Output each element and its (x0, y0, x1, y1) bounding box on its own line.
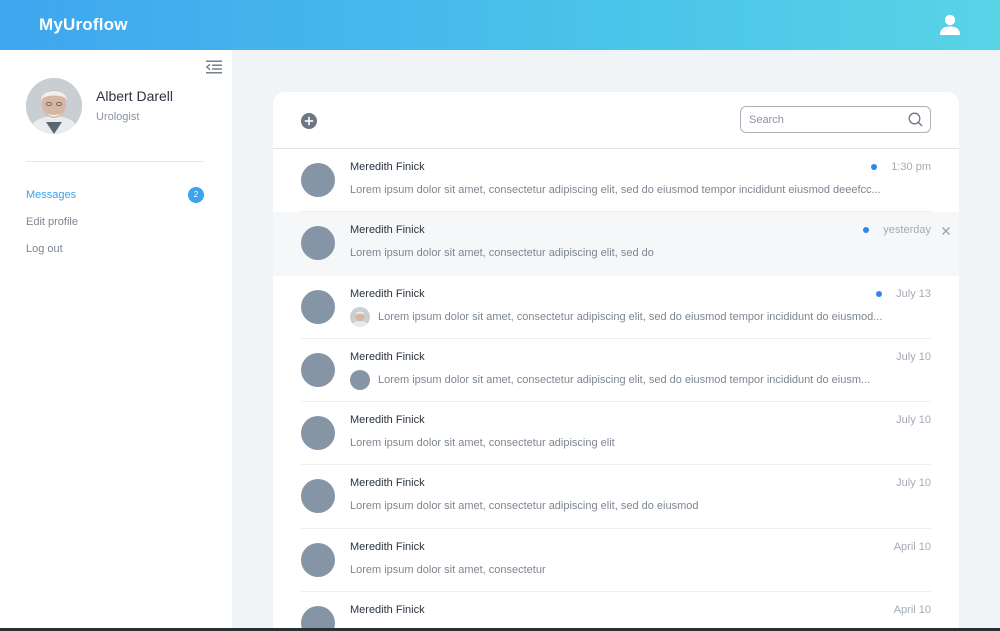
close-icon[interactable] (941, 226, 951, 236)
messages-count-badge: 2 (188, 187, 204, 203)
message-time: yesterday (883, 224, 931, 237)
message-preview: Lorem ipsum dolor sit amet, consectetur … (378, 373, 871, 386)
unread-indicator (863, 227, 870, 234)
message-preview: Lorem ipsum dolor sit amet, consectetur … (350, 500, 699, 513)
message-preview: Lorem ipsum dolor sit amet, consectetur … (350, 437, 615, 450)
profile-name: Albert Darell (96, 88, 174, 104)
message-time: April 10 (893, 604, 931, 617)
sender-mini-avatar (350, 369, 370, 390)
nav-item-edit-profile[interactable]: Edit profile (26, 216, 78, 228)
sidebar-divider (26, 161, 204, 162)
message-time: July 10 (896, 414, 931, 427)
message-time: 1:30 pm (891, 161, 931, 173)
collapse-sidebar-icon[interactable] (206, 60, 222, 74)
profile-avatar (26, 78, 82, 134)
unread-indicator (876, 290, 883, 297)
message-time: July 10 (896, 477, 931, 490)
message-row[interactable]: Meredith Finick Lorem ipsum dolor sit am… (273, 465, 959, 529)
sender-avatar (301, 416, 335, 451)
app-title: MyUroflow (39, 15, 128, 34)
sidebar: Albert Darell Urologist Messages 2 Edit … (0, 50, 232, 628)
sender-name: Meredith Finick (350, 477, 425, 490)
message-time: April 10 (893, 540, 931, 553)
message-time: July 13 (896, 287, 931, 300)
sender-name: Meredith Finick (350, 287, 425, 300)
unread-indicator (871, 164, 878, 170)
sender-avatar (301, 226, 335, 261)
sender-name: Meredith Finick (350, 604, 425, 617)
search-box (740, 106, 931, 133)
profile-role: Urologist (96, 111, 140, 123)
message-row[interactable]: Meredith Finick Lorem ipsum dolor sit am… (273, 339, 959, 403)
sender-name: Meredith Finick (350, 161, 425, 173)
message-row[interactable]: Meredith Finick Lorem ipsum dolor sit am… (273, 276, 959, 339)
search-input[interactable] (749, 111, 899, 129)
message-time: July 10 (896, 350, 931, 363)
sender-avatar (301, 289, 335, 324)
user-icon[interactable] (938, 14, 962, 36)
message-row[interactable]: Meredith Finick Lorem ipsum dolor sit am… (273, 529, 959, 593)
top-bar: MyUroflow (0, 0, 1000, 50)
add-message-icon[interactable] (301, 113, 317, 129)
message-preview: Lorem ipsum dolor sit amet, consectetur (350, 563, 546, 576)
message-row[interactable]: Meredith Finick April 10 (273, 592, 959, 631)
sender-avatar (301, 352, 335, 387)
sender-name: Meredith Finick (350, 414, 425, 427)
message-row[interactable]: Meredith Finick Lorem ipsum dolor sit am… (273, 402, 959, 466)
message-preview: Lorem ipsum dolor sit amet, consectetur … (378, 310, 883, 323)
sender-name: Meredith Finick (350, 224, 425, 237)
nav-item-messages[interactable]: Messages (26, 189, 76, 201)
sender-avatar (301, 479, 335, 514)
sender-mini-avatar (350, 306, 370, 327)
message-preview: Lorem ipsum dolor sit amet, consectetur … (350, 184, 881, 196)
messages-card: Meredith Finick Lorem ipsum dolor sit am… (273, 92, 959, 631)
sender-name: Meredith Finick (350, 540, 425, 553)
message-row[interactable]: Meredith Finick Lorem ipsum dolor sit am… (273, 212, 959, 276)
nav-item-log-out[interactable]: Log out (26, 243, 63, 255)
message-row[interactable]: Meredith Finick Lorem ipsum dolor sit am… (273, 149, 959, 213)
sender-avatar (301, 542, 335, 577)
message-preview: Lorem ipsum dolor sit amet, consectetur … (350, 247, 654, 260)
sender-avatar (301, 163, 335, 197)
sender-name: Meredith Finick (350, 350, 425, 363)
search-icon[interactable] (908, 112, 923, 127)
message-list: Meredith Finick Lorem ipsum dolor sit am… (273, 149, 959, 631)
